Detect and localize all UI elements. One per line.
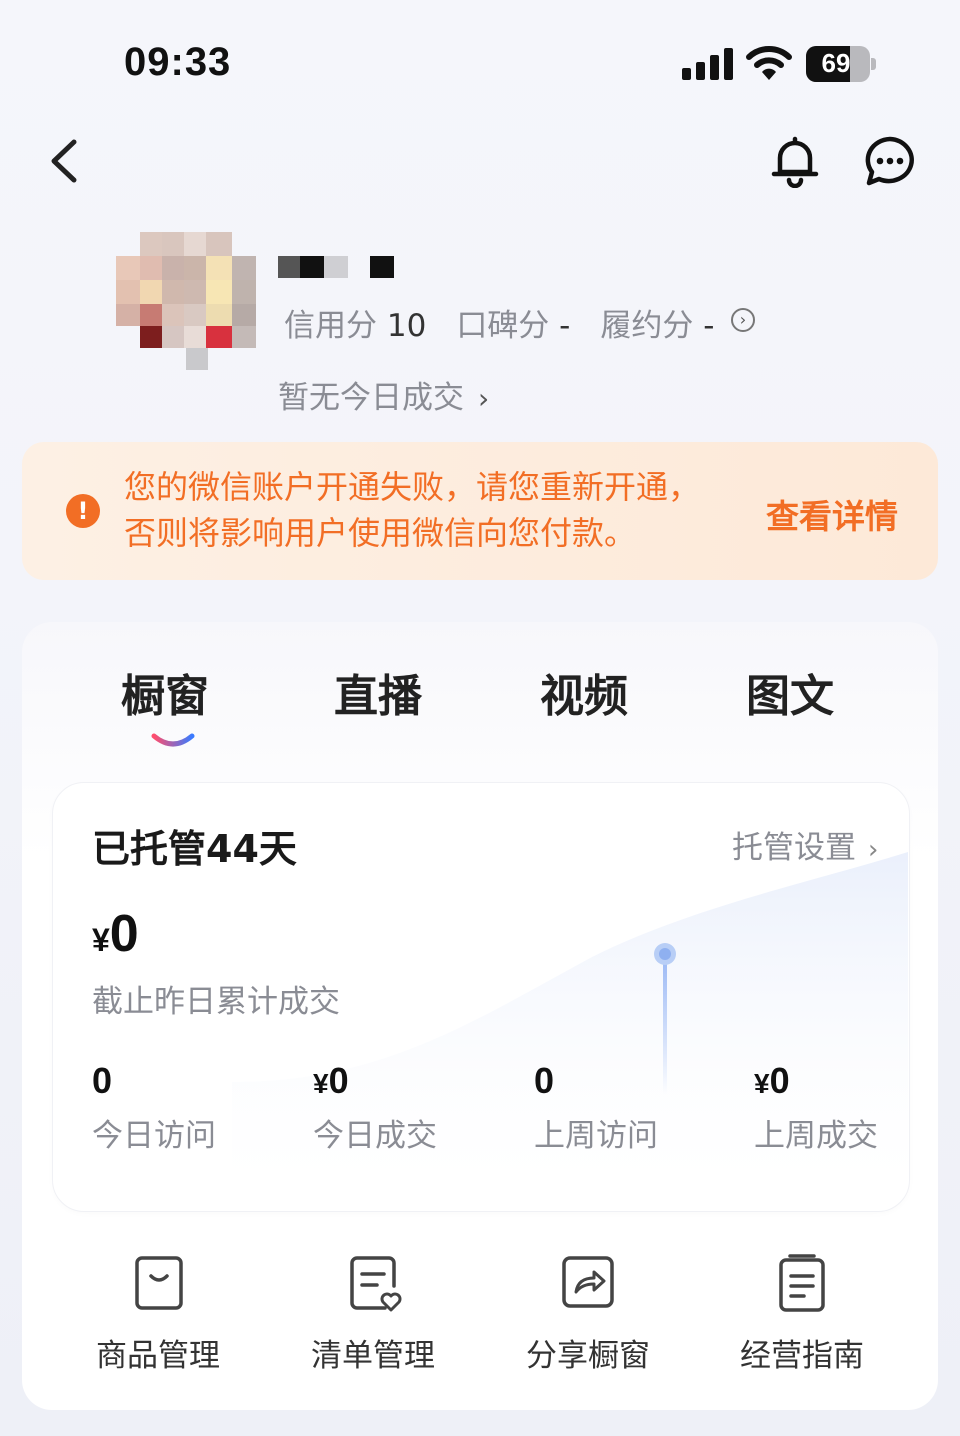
tab-graphic[interactable]: 图文 — [746, 660, 834, 724]
reputation-score-label: 口碑分 — [456, 308, 550, 344]
list-heart-icon[interactable] — [345, 1252, 405, 1316]
reputation-score-value: - — [559, 308, 571, 344]
cumulative-value: 0 — [109, 905, 139, 963]
tab-showcase[interactable]: 橱窗 — [121, 660, 209, 724]
fulfillment-score-value: - — [703, 308, 715, 344]
stat-week-deals: ¥0 — [754, 1060, 790, 1101]
warning-icon: ! — [66, 494, 100, 528]
chevron-right-icon: › — [868, 835, 879, 865]
status-time: 09:33 — [124, 40, 232, 84]
managed-days-title: 已托管44天 — [92, 827, 297, 871]
chevron-right-icon: › — [478, 382, 490, 415]
alert-message: 您的微信账户开通失败，请您重新开通，否则将影响用户使用微信向您付款。 — [124, 468, 701, 552]
battery-level: 69 — [821, 48, 851, 78]
today-deal-text: 暂无今日成交 — [278, 380, 464, 416]
chat-bubble-icon[interactable] — [862, 134, 918, 190]
cumulative-label: 截止昨日累计成交 — [92, 984, 340, 1020]
fulfillment-score-label: 履约分 — [600, 308, 694, 344]
stat-week-visits-label: 上周访问 — [534, 1118, 658, 1154]
stat-week-visits: 0 — [534, 1060, 555, 1101]
battery-tip — [871, 58, 876, 70]
credit-score-value: 10 — [386, 308, 427, 344]
tool-business-guide[interactable]: 经营指南 — [740, 1330, 864, 1375]
tool-list-management[interactable]: 清单管理 — [311, 1330, 435, 1375]
bag-icon[interactable] — [129, 1252, 189, 1316]
stat-today-visits-label: 今日访问 — [92, 1118, 216, 1154]
back-arrow-icon[interactable] — [44, 136, 88, 186]
cellular-signal-icon — [682, 48, 734, 80]
avatar[interactable] — [116, 232, 256, 370]
battery-icon: 69 — [806, 46, 870, 82]
share-icon[interactable] — [558, 1252, 618, 1316]
score-detail-icon[interactable]: › — [731, 308, 755, 332]
currency-symbol: ¥ — [92, 922, 110, 958]
profile-name-masked — [278, 256, 398, 278]
stat-today-deals-label: 今日成交 — [313, 1118, 437, 1154]
managed-settings-link[interactable]: 托管设置 › — [732, 822, 878, 867]
stat-week-deals-label: 上周成交 — [754, 1118, 878, 1154]
managed-settings-label: 托管设置 — [732, 830, 856, 866]
stat-today-visits: 0 — [92, 1060, 113, 1101]
stat-today-deals: ¥0 — [313, 1060, 349, 1101]
credit-score-label: 信用分 — [284, 308, 377, 344]
wifi-icon — [746, 46, 792, 80]
score-row: 信用分 10 口碑分 - 履约分 - — [284, 300, 714, 345]
guide-icon[interactable] — [772, 1252, 832, 1316]
tab-live[interactable]: 直播 — [334, 660, 422, 724]
cumulative-amount: ¥0 — [92, 904, 139, 964]
tab-video[interactable]: 视频 — [540, 660, 628, 724]
tool-share-showcase[interactable]: 分享橱窗 — [526, 1330, 650, 1375]
bell-icon[interactable] — [768, 134, 822, 188]
today-deal-link[interactable]: 暂无今日成交 › — [278, 372, 489, 417]
active-tab-indicator — [151, 733, 195, 747]
view-details-button[interactable]: 查看详情 — [766, 490, 898, 538]
tool-product-management[interactable]: 商品管理 — [96, 1330, 220, 1375]
